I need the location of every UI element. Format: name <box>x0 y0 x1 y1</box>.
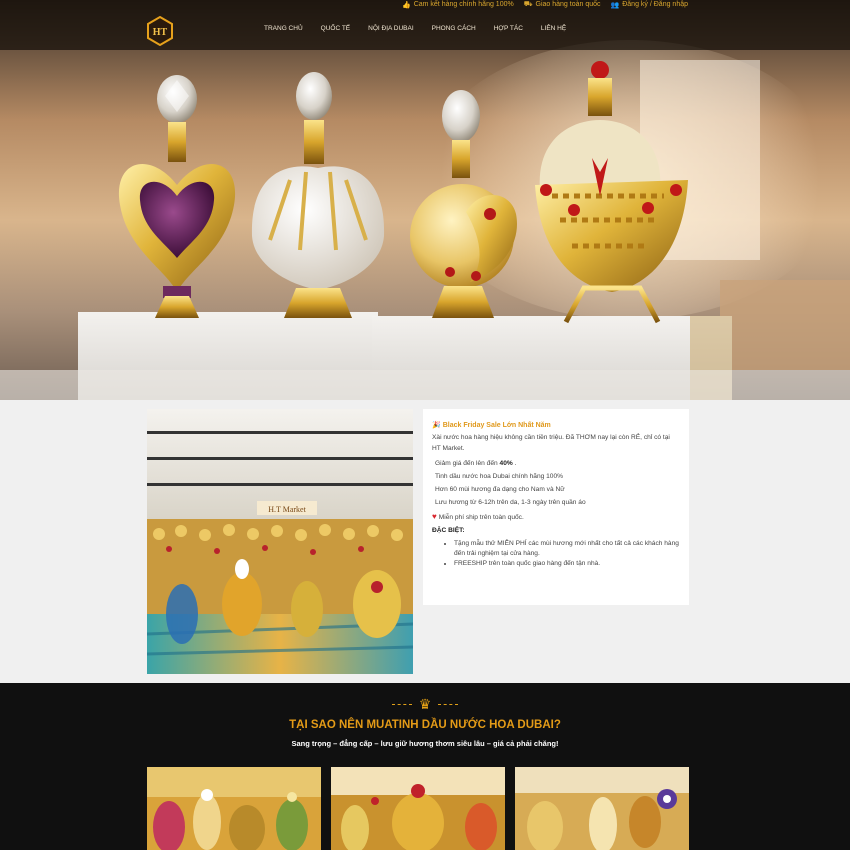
why-photo-3 <box>515 767 689 850</box>
why-title: TẠI SAO NÊN MUATINH DẦU NƯỚC HOA DUBAI? <box>289 719 561 731</box>
section-ornament: ♛ <box>0 697 850 711</box>
page: 👍 Cam kết hàng chính hãng 100% ⛟ Giao hà… <box>0 0 850 850</box>
nav-item-dubai[interactable]: Nội địa Dubai <box>368 25 414 32</box>
promo-special-label: ĐẶC BIỆT: <box>432 527 465 534</box>
promo-line-longevity: Lưu hương từ 6-12h trên da, 1-3 ngày trê… <box>435 499 586 506</box>
promo-discount-value: 40% <box>499 460 513 467</box>
site-logo[interactable]: HT <box>146 16 174 46</box>
why-subtitle: Sang trọng – đẳng cấp – lưu giữ hương th… <box>291 739 559 748</box>
nav-item-style[interactable]: Phong cách <box>432 25 476 32</box>
promo-discount-suffix: . <box>514 460 517 467</box>
why-photo-2 <box>331 767 505 850</box>
ornament-dash-left <box>391 703 412 705</box>
logo-text: HT <box>153 27 168 38</box>
why-section: ♛ TẠI SAO NÊN MUATINH DẦU NƯỚC HOA DUBAI… <box>0 683 850 850</box>
promo-bullet-sample: Tặng mẫu thử MIỄN PHÍ các mùi hương mới … <box>454 539 679 559</box>
promo-title: 🎉 Black Friday Sale Lớn Nhất Năm <box>432 421 679 430</box>
promo-card: 🎉 Black Friday Sale Lớn Nhất Năm Xài nướ… <box>423 409 689 605</box>
promo-bullets: Tặng mẫu thử MIỄN PHÍ các mùi hương mới … <box>432 539 679 569</box>
promo-line-authentic: Tinh dầu nước hoa Dubai chính hãng 100% <box>435 473 564 480</box>
user-plus-icon: 👥 <box>610 1 620 9</box>
store-sign-text: H.T Market <box>268 505 306 514</box>
crown-icon: ♛ <box>418 696 432 712</box>
thumbs-up-icon: 👍 <box>401 1 411 9</box>
store-photo: H.T Market <box>147 409 413 674</box>
main-nav: Trang chủ Quốc tế Nội địa Dubai Phong cá… <box>264 25 566 32</box>
promo-discount-prefix: Giảm giá đến lên đến <box>435 460 498 467</box>
top-link-account-label: Đăng ký / Đăng nhập <box>622 1 688 8</box>
top-links: 👍 Cam kết hàng chính hãng 100% ⛟ Giao hà… <box>402 0 688 9</box>
top-link-account[interactable]: 👥 Đăng ký / Đăng nhập <box>611 1 688 9</box>
party-popper-icon: 🎉 <box>432 422 441 429</box>
promo-line-scents: Hơn 60 mùi hương đa dạng cho Nam và Nữ <box>435 486 565 493</box>
promo-bullet-freeship: FREESHIP trên toàn quốc giao hàng đến tậ… <box>454 559 679 569</box>
why-photo-1 <box>147 767 321 850</box>
header-bar: 👍 Cam kết hàng chính hãng 100% ⛟ Giao hà… <box>0 0 850 50</box>
ornament-dash-right <box>438 703 459 705</box>
promo-freeship: ♥ Miễn phí ship trên toàn quốc. <box>432 512 679 521</box>
hero-perfume-bottles-image <box>0 61 850 400</box>
nav-item-contact[interactable]: Liên hệ <box>541 25 566 32</box>
hero-banner <box>0 0 850 400</box>
truck-icon: ⛟ <box>523 1 533 8</box>
promo-discount: Giảm giá đến lên đến 40% . <box>432 460 679 467</box>
top-link-shipping-label: Giao hàng toàn quốc <box>535 1 601 8</box>
promo-freeship-text: Miễn phí ship trên toàn quốc. <box>438 514 524 521</box>
promo-title-text: Black Friday Sale Lớn Nhất Năm <box>442 421 551 429</box>
top-link-shipping[interactable]: ⛟ Giao hàng toàn quốc <box>524 0 601 9</box>
nav-item-international[interactable]: Quốc tế <box>321 25 351 32</box>
promo-intro: Xài nước hoa hàng hiệu không cần tiền tr… <box>432 434 670 452</box>
top-link-authentic[interactable]: 👍 Cam kết hàng chính hãng 100% <box>402 1 514 9</box>
top-link-authentic-label: Cam kết hàng chính hãng 100% <box>413 1 514 8</box>
heart-icon: ♥ <box>432 512 437 521</box>
nav-item-home[interactable]: Trang chủ <box>264 25 303 32</box>
nav-item-partnership[interactable]: Hợp tác <box>494 25 523 32</box>
